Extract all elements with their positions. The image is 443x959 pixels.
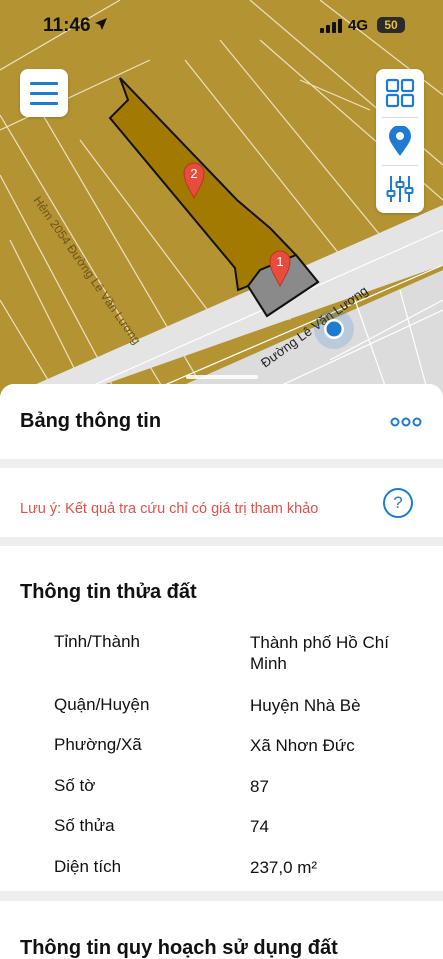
- info-sheet: Bảng thông tin Lưu ý: Kết quả tra cứu ch…: [0, 384, 443, 959]
- row-label: Diện tích: [54, 857, 122, 876]
- signal-bars-icon: [320, 19, 342, 33]
- row-value: 74: [250, 817, 269, 836]
- map-tools-panel: [376, 69, 424, 213]
- current-location-dot: [314, 309, 354, 349]
- grid-icon: [385, 78, 415, 108]
- row-label: Tỉnh/Thành: [54, 632, 140, 651]
- filter-button[interactable]: [376, 165, 424, 213]
- location-arrow-icon: [95, 18, 107, 30]
- marker-1-label: 1: [276, 254, 283, 269]
- parcel-info-title: Thông tin thửa đất: [20, 581, 197, 603]
- help-icon[interactable]: ?: [383, 488, 413, 518]
- info-panel-title: Bảng thông tin: [20, 410, 162, 432]
- hamburger-icon-line: [30, 102, 58, 105]
- info-header: Bảng thông tin: [0, 384, 443, 459]
- locate-button[interactable]: [376, 117, 424, 165]
- row-value: Xã Nhơn Đức: [250, 736, 355, 755]
- row-value: 87: [250, 777, 269, 796]
- row-label: Phường/Xã: [54, 735, 142, 754]
- row-value: Huyện Nhà Bè: [250, 696, 361, 715]
- row-value: Thành phố Hồ Chí Minh: [250, 633, 389, 673]
- planning-info-title: Thông tin quy hoạch sử dụng đất: [20, 937, 338, 959]
- network-type: 4G: [348, 17, 369, 34]
- sheet-grabber[interactable]: [186, 375, 258, 379]
- menu-button[interactable]: [20, 69, 68, 117]
- status-bar: 11:46 4G 50: [0, 0, 443, 52]
- more-dots-icon[interactable]: [390, 417, 422, 427]
- marker-2-label: 2: [190, 166, 197, 181]
- street-label-alley: Hẻm 2054 Đường Lê Văn Lương: [31, 194, 144, 347]
- layers-grid-button[interactable]: [376, 69, 424, 117]
- battery-indicator: 50: [377, 17, 405, 33]
- row-label: Quận/Huyện: [54, 695, 150, 714]
- disclaimer-note: Lưu ý: Kết quả tra cứu chỉ có giá trị th…: [20, 501, 319, 517]
- parcel-info-card: Thông tin thửa đất Tỉnh/Thành Thành phố …: [0, 546, 443, 891]
- hamburger-icon: [30, 82, 58, 85]
- row-label: Số tờ: [54, 776, 96, 795]
- status-time: 11:46: [43, 15, 91, 36]
- location-pin-icon: [389, 126, 411, 156]
- planning-info-card: Thông tin quy hoạch sử dụng đất: [0, 901, 443, 959]
- hamburger-icon-line: [30, 92, 58, 95]
- row-value: 237,0 m²: [250, 858, 318, 877]
- row-label: Số thửa: [54, 816, 115, 835]
- sliders-icon: [386, 176, 414, 202]
- disclaimer-card: Lưu ý: Kết quả tra cứu chỉ có giá trị th…: [0, 468, 443, 537]
